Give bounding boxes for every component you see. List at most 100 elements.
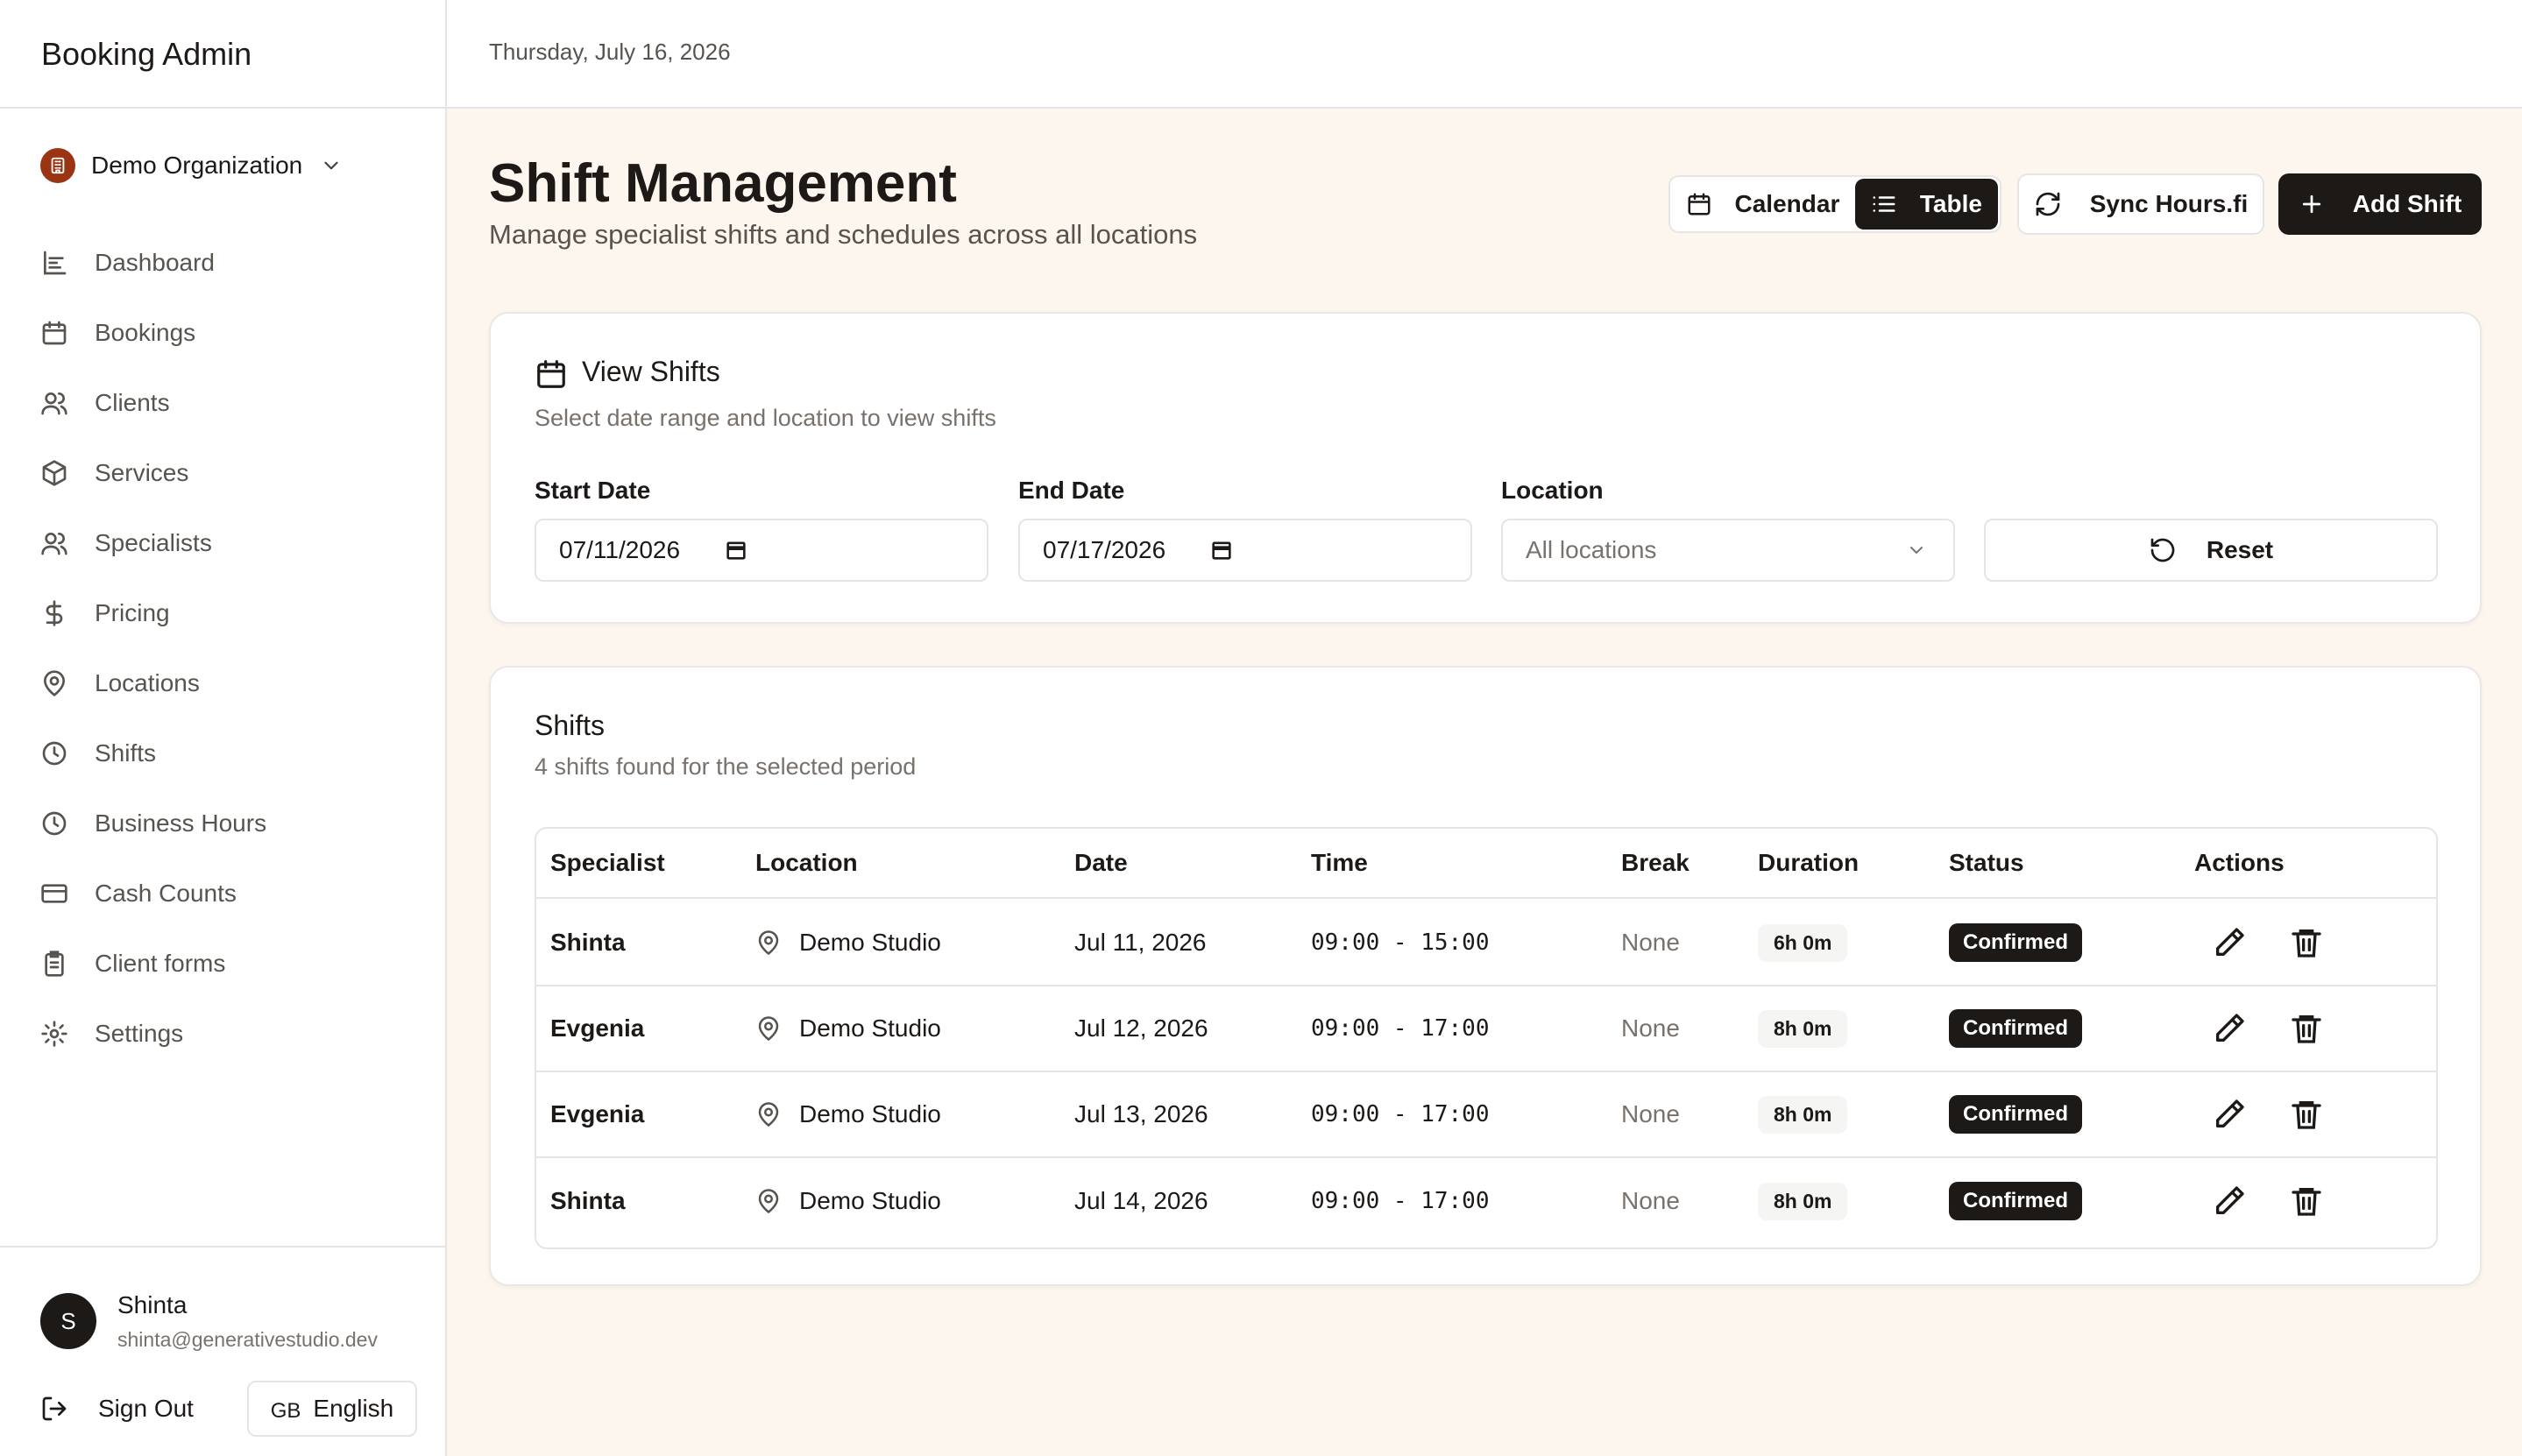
map-pin-icon bbox=[40, 669, 68, 697]
map-pin-icon bbox=[755, 1188, 782, 1214]
sidebar-item-specialists[interactable]: Specialists bbox=[40, 508, 408, 578]
status-cell: Confirmed bbox=[1949, 1158, 2082, 1244]
time-cell: 09:00 - 17:00 bbox=[1311, 1015, 1490, 1042]
sidebar-item-label: Specialists bbox=[95, 529, 212, 556]
trash-icon bbox=[2289, 925, 2324, 960]
table-row[interactable]: Shinta Demo Studio Jul 11, 2026 09:00 - … bbox=[536, 901, 2436, 986]
view-shifts-card: View Shifts Select date range and locati… bbox=[489, 312, 2482, 624]
date-cell: Jul 11, 2026 bbox=[1074, 929, 1207, 956]
location-name: Demo Studio bbox=[799, 1100, 941, 1127]
delete-button[interactable] bbox=[2289, 901, 2324, 985]
sidebar-item-bookings[interactable]: Bookings bbox=[40, 298, 408, 368]
edit-button[interactable] bbox=[2212, 986, 2247, 1071]
sidebar-item-label: Settings bbox=[95, 1020, 184, 1047]
delete-button[interactable] bbox=[2289, 1072, 2324, 1156]
status-badge: Confirmed bbox=[1949, 1182, 2082, 1220]
sidebar-item-label: Shifts bbox=[95, 739, 157, 767]
duration-cell: 6h 0m bbox=[1758, 901, 1848, 985]
end-date-input[interactable]: 07/17/2026 bbox=[1018, 519, 1472, 582]
col-date: Date bbox=[1074, 849, 1128, 876]
sidebar-item-services[interactable]: Services bbox=[40, 438, 408, 508]
sidebar-divider bbox=[0, 1246, 445, 1247]
sign-out-button[interactable]: Sign Out bbox=[40, 1389, 194, 1428]
table-row[interactable]: Evgenia Demo Studio Jul 12, 2026 09:00 -… bbox=[536, 986, 2436, 1072]
delete-button[interactable] bbox=[2289, 986, 2324, 1071]
sidebar-item-business-hours[interactable]: Business Hours bbox=[40, 788, 408, 859]
sidebar-item-clients[interactable]: Clients bbox=[40, 368, 408, 438]
sidebar-item-locations[interactable]: Locations bbox=[40, 648, 408, 718]
location-cell: Demo Studio bbox=[755, 901, 941, 985]
duration-cell: 8h 0m bbox=[1758, 1072, 1848, 1156]
specialist-cell: Shinta bbox=[550, 929, 626, 956]
break-cell: None bbox=[1621, 1100, 1680, 1127]
start-date-label: Start Date bbox=[535, 477, 651, 504]
edit-button[interactable] bbox=[2212, 1158, 2247, 1244]
table-row[interactable]: Shinta Demo Studio Jul 14, 2026 09:00 - … bbox=[536, 1158, 2436, 1244]
status-badge: Confirmed bbox=[1949, 923, 2082, 962]
add-shift-label: Add Shift bbox=[2352, 190, 2462, 217]
current-date: Thursday, July 16, 2026 bbox=[489, 39, 731, 65]
calendar-icon bbox=[535, 357, 568, 391]
location-select[interactable]: All locations bbox=[1501, 519, 1955, 582]
specialist-cell: Shinta bbox=[550, 1187, 626, 1214]
calendar-picker-icon[interactable] bbox=[724, 538, 748, 562]
flag-icon: GB bbox=[270, 1399, 301, 1423]
sync-hours-button[interactable]: Sync Hours.fi bbox=[2017, 173, 2264, 235]
app-title: Booking Admin bbox=[41, 36, 252, 72]
page-subtitle: Manage specialist shifts and schedules a… bbox=[489, 219, 1198, 250]
pencil-icon bbox=[2212, 1011, 2247, 1046]
sidebar: Booking Admin Demo Organization Dashboar… bbox=[0, 0, 447, 1456]
location-name: Demo Studio bbox=[799, 929, 941, 956]
language-switcher[interactable]: GB English bbox=[247, 1381, 417, 1437]
clock-icon bbox=[40, 739, 68, 767]
table-view-button[interactable]: Table bbox=[1854, 179, 1998, 230]
col-location: Location bbox=[755, 849, 858, 876]
org-name: Demo Organization bbox=[91, 152, 303, 179]
sidebar-nav: Dashboard Bookings Clients Services Spec… bbox=[40, 228, 408, 1069]
clock-icon bbox=[40, 809, 68, 838]
reset-button[interactable]: Reset bbox=[1984, 519, 2438, 582]
sidebar-item-pricing[interactable]: Pricing bbox=[40, 578, 408, 648]
sidebar-item-label: Pricing bbox=[95, 599, 170, 626]
break-cell: None bbox=[1621, 1014, 1680, 1042]
sidebar-item-cash-counts[interactable]: Cash Counts bbox=[40, 859, 408, 929]
location-cell: Demo Studio bbox=[755, 1158, 941, 1244]
card-subtitle: 4 shifts found for the selected period bbox=[535, 753, 917, 780]
duration-badge: 8h 0m bbox=[1758, 1095, 1848, 1134]
calendar-view-button[interactable]: Calendar bbox=[1670, 177, 1855, 231]
time-cell: 09:00 - 15:00 bbox=[1311, 929, 1490, 956]
start-date-input[interactable]: 07/11/2026 bbox=[535, 519, 988, 582]
plus-icon bbox=[2299, 191, 2325, 217]
trash-icon bbox=[2289, 1097, 2324, 1132]
sidebar-item-label: Cash Counts bbox=[95, 880, 237, 907]
card-title: View Shifts bbox=[582, 356, 720, 387]
location-name: Demo Studio bbox=[799, 1014, 941, 1042]
add-shift-button[interactable]: Add Shift bbox=[2278, 173, 2482, 235]
users-icon bbox=[40, 389, 68, 417]
map-pin-icon bbox=[755, 1101, 782, 1127]
calendar-picker-icon[interactable] bbox=[1209, 538, 1234, 562]
reset-label: Reset bbox=[2206, 536, 2274, 563]
table-view-label: Table bbox=[1919, 190, 1982, 217]
sidebar-item-shifts[interactable]: Shifts bbox=[40, 718, 408, 788]
calendar-icon bbox=[40, 319, 68, 347]
edit-button[interactable] bbox=[2212, 1072, 2247, 1156]
duration-cell: 8h 0m bbox=[1758, 1158, 1848, 1244]
location-select-value: All locations bbox=[1526, 536, 1657, 563]
end-date-label: End Date bbox=[1018, 477, 1125, 504]
page-title: Shift Management bbox=[489, 153, 957, 214]
sidebar-item-settings[interactable]: Settings bbox=[40, 999, 408, 1069]
pencil-icon bbox=[2212, 1097, 2247, 1132]
rotate-ccw-icon bbox=[2149, 536, 2177, 564]
sidebar-item-dashboard[interactable]: Dashboard bbox=[40, 228, 408, 298]
user-email: shinta@generativestudio.dev bbox=[117, 1328, 378, 1351]
table-row[interactable]: Evgenia Demo Studio Jul 13, 2026 09:00 -… bbox=[536, 1072, 2436, 1158]
edit-button[interactable] bbox=[2212, 901, 2247, 985]
sidebar-item-client-forms[interactable]: Client forms bbox=[40, 929, 408, 999]
delete-button[interactable] bbox=[2289, 1158, 2324, 1244]
map-pin-icon bbox=[755, 929, 782, 956]
avatar[interactable]: S bbox=[40, 1293, 96, 1349]
col-time: Time bbox=[1311, 849, 1368, 876]
sidebar-item-label: Clients bbox=[95, 389, 170, 416]
org-switcher[interactable]: Demo Organization bbox=[40, 147, 343, 184]
